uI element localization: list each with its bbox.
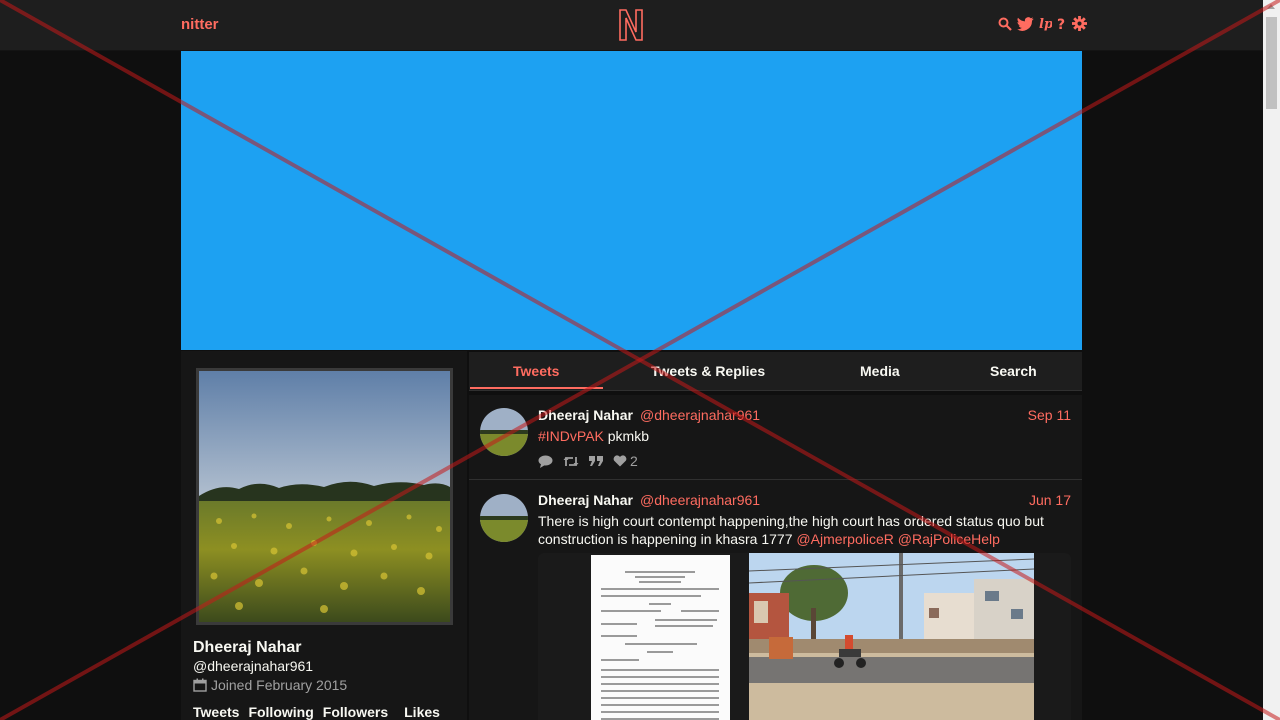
hashtag-link[interactable]: #INDvPAK — [538, 428, 604, 444]
mention-link[interactable]: @RajPoliceHelp — [898, 531, 1000, 547]
profile-avatar[interactable] — [196, 368, 453, 625]
reply-icon[interactable] — [538, 455, 553, 468]
tweet-date[interactable]: Sep 11 — [1028, 407, 1071, 423]
tweet-content: #INDvPAK pkmkb — [538, 427, 1068, 445]
navbar: nitter lp ? — [0, 0, 1263, 51]
document-image[interactable] — [591, 555, 730, 720]
search-icon[interactable] — [998, 17, 1012, 35]
profile-joined: Joined February 2015 — [193, 677, 347, 693]
stat-followers[interactable]: Followers — [323, 704, 388, 720]
tweet-fullname[interactable]: Dheeraj Nahar — [538, 407, 633, 423]
quote-icon[interactable] — [589, 455, 603, 467]
tweet-avatar[interactable] — [480, 408, 528, 456]
tweet-username[interactable]: @dheerajnahar961 — [640, 407, 760, 423]
avatar-image — [199, 371, 450, 622]
profile-fullname[interactable]: Dheeraj Nahar — [193, 639, 302, 657]
calendar-icon — [193, 678, 207, 692]
scrollbar-thumb[interactable] — [1266, 17, 1277, 109]
tab-tweets-replies[interactable]: Tweets & Replies — [651, 363, 765, 379]
stat-likes[interactable]: Likes — [404, 704, 440, 720]
profile-username[interactable]: @dheerajnahar961 — [193, 658, 313, 674]
nav-icons: lp ? — [998, 16, 1087, 35]
profile-banner — [181, 51, 1082, 350]
tweet-date[interactable]: Jun 17 — [1029, 492, 1071, 508]
tweet-attachments — [538, 553, 1071, 720]
timeline-tabs: Tweets Tweets & Replies Media Search — [469, 352, 1082, 391]
settings-icon[interactable] — [1072, 16, 1087, 35]
mention-link[interactable]: @AjmerpoliceR — [796, 531, 893, 547]
scroll-up-arrow-icon[interactable] — [1267, 4, 1275, 9]
profile-stats: Tweets Following Followers Likes — [193, 704, 440, 720]
svg-text:lp: lp — [1039, 17, 1052, 31]
help-icon[interactable]: ? — [1057, 16, 1067, 35]
construction-photo[interactable] — [749, 553, 1034, 720]
like-count: 2 — [630, 453, 638, 469]
page-scrollbar[interactable] — [1263, 0, 1280, 720]
tweet-fullname[interactable]: Dheeraj Nahar — [538, 492, 633, 508]
liberapay-icon[interactable]: lp — [1039, 16, 1053, 35]
twitter-icon[interactable] — [1017, 16, 1034, 35]
tweet-item[interactable]: Dheeraj Nahar @dheerajnahar961 Sep 11 #I… — [469, 395, 1082, 479]
tweet-stats: 2 — [538, 453, 638, 469]
active-tab-indicator — [470, 387, 603, 389]
stat-tweets[interactable]: Tweets — [193, 704, 239, 720]
heart-icon[interactable] — [613, 455, 627, 467]
tweet-username[interactable]: @dheerajnahar961 — [640, 492, 760, 508]
svg-text:?: ? — [1057, 17, 1065, 31]
tab-tweets[interactable]: Tweets — [513, 363, 559, 379]
nitter-logo-icon[interactable] — [617, 8, 645, 42]
stat-following[interactable]: Following — [248, 704, 313, 720]
like-stat[interactable]: 2 — [613, 453, 638, 469]
joined-text: Joined February 2015 — [211, 677, 348, 693]
tweet-text: pkmkb — [603, 428, 649, 444]
brand-link[interactable]: nitter — [181, 16, 219, 33]
tweet-avatar[interactable] — [480, 494, 528, 542]
tweet-content: There is high court contempt happening,t… — [538, 512, 1068, 548]
tab-media[interactable]: Media — [860, 363, 900, 379]
tab-search[interactable]: Search — [990, 363, 1037, 379]
retweet-icon[interactable] — [563, 455, 579, 468]
